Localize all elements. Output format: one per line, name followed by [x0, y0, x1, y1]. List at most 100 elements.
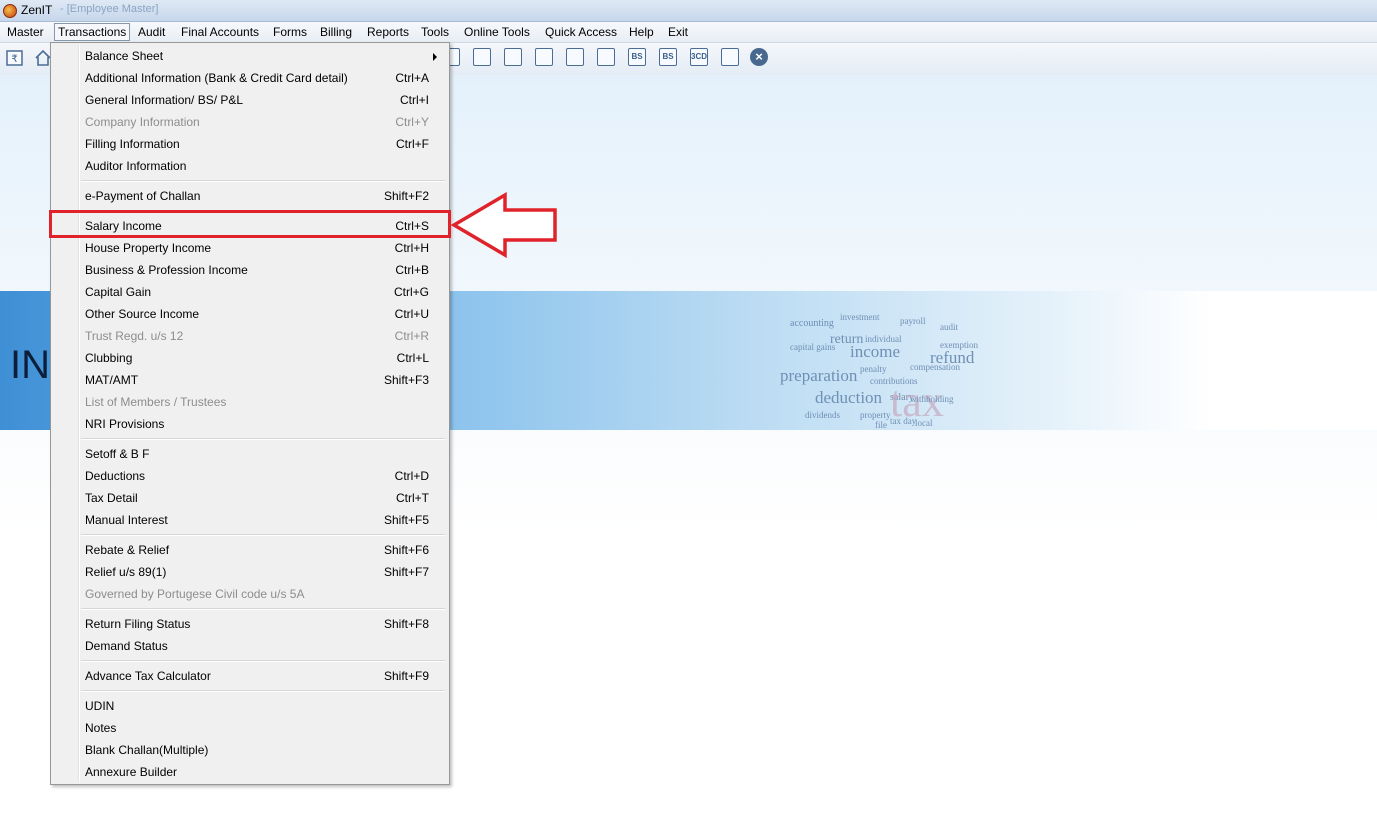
- menu-item-relief-u-s-89-1[interactable]: Relief u/s 89(1) Shift+F7: [53, 561, 447, 583]
- menu-item-shortcut: Shift+F3: [383, 373, 429, 387]
- menu-item-nri-provisions[interactable]: NRI Provisions: [53, 413, 447, 435]
- menu-item-label: Blank Challan(Multiple): [85, 743, 209, 757]
- menu-item-manual-interest[interactable]: Manual Interest Shift+F5: [53, 509, 447, 531]
- menu-online-tools[interactable]: Online Tools: [461, 24, 533, 40]
- user-form-icon-glyph: [504, 48, 522, 66]
- menu-tools[interactable]: Tools: [418, 24, 452, 40]
- menu-reports[interactable]: Reports: [364, 24, 412, 40]
- menu-item-return-filing-status[interactable]: Return Filing Status Shift+F8: [53, 613, 447, 635]
- menu-item-business-profession-income[interactable]: Business & Profession Income Ctrl+B: [53, 259, 447, 281]
- menu-item-annexure-builder[interactable]: Annexure Builder: [53, 761, 447, 783]
- close-app-icon[interactable]: ×: [750, 48, 770, 68]
- bs-sch-icon[interactable]: BS: [659, 48, 679, 68]
- menu-item-label: MAT/AMT: [85, 373, 139, 387]
- globe-icon-glyph: [597, 48, 615, 66]
- menu-item-label: Auditor Information: [85, 159, 187, 173]
- title-bar: ZenIT - [Employee Master]: [0, 0, 1377, 22]
- menu-item-shortcut: Shift+F7: [383, 565, 429, 579]
- menu-item-setoff-b-f[interactable]: Setoff & B F: [53, 443, 447, 465]
- menu-item-additional-information-bank-credit-card-detail[interactable]: Additional Information (Bank & Credit Ca…: [53, 67, 447, 89]
- menu-item-capital-gain[interactable]: Capital Gain Ctrl+G: [53, 281, 447, 303]
- menu-item-balance-sheet[interactable]: Balance Sheet: [53, 45, 447, 67]
- menu-item-label: Setoff & B F: [85, 447, 150, 461]
- menu-separator: [81, 608, 445, 610]
- menu-item-label: Balance Sheet: [85, 49, 164, 63]
- menu-item-advance-tax-calculator[interactable]: Advance Tax Calculator Shift+F9: [53, 665, 447, 687]
- banner-word-cloud: accounting investment payroll audit income re…: [640, 312, 1100, 430]
- menu-item-label: Tax Detail: [85, 491, 138, 505]
- banner-word: property: [860, 410, 891, 420]
- menu-item-demand-status[interactable]: Demand Status: [53, 635, 447, 657]
- menu-item-label: Manual Interest: [85, 513, 168, 527]
- bs-icon[interactable]: BS: [628, 48, 648, 68]
- user-form-icon[interactable]: [504, 48, 524, 68]
- menu-forms[interactable]: Forms: [270, 24, 310, 40]
- menu-item-filling-information[interactable]: Filling Information Ctrl+F: [53, 133, 447, 155]
- menu-item-label: General Information/ BS/ P&L: [85, 93, 244, 107]
- menu-item-tax-detail[interactable]: Tax Detail Ctrl+T: [53, 487, 447, 509]
- menu-item-label: Trust Regd. u/s 12: [85, 329, 184, 343]
- menu-item-label: UDIN: [85, 699, 115, 713]
- rupee-book-icon[interactable]: ₹: [5, 48, 25, 68]
- menu-item-label: Deductions: [85, 469, 146, 483]
- menu-item-e-payment-of-challan[interactable]: e-Payment of Challan Shift+F2: [53, 185, 447, 207]
- report-icon[interactable]: [721, 48, 741, 68]
- folder-add-icon-glyph: [566, 48, 584, 66]
- menu-item-label: Governed by Portugese Civil code u/s 5A: [85, 587, 305, 601]
- calendar-icon-glyph: [535, 48, 553, 66]
- menu-item-deductions[interactable]: Deductions Ctrl+D: [53, 465, 447, 487]
- menu-item-label: Company Information: [85, 115, 200, 129]
- calculator-icon-glyph: [473, 48, 491, 66]
- submenu-arrow-icon: [433, 53, 437, 61]
- banner-word: compensation: [910, 362, 960, 372]
- menu-item-shortcut: Ctrl+L: [396, 351, 429, 365]
- menu-quick-access[interactable]: Quick Access: [542, 24, 620, 40]
- menu-item-shortcut: Shift+F8: [383, 617, 429, 631]
- menu-final-accounts[interactable]: Final Accounts: [178, 24, 262, 40]
- menu-item-label: e-Payment of Challan: [85, 189, 201, 203]
- menu-item-shortcut: Ctrl+G: [393, 285, 429, 299]
- menu-item-label: Advance Tax Calculator: [85, 669, 211, 683]
- menu-item-label: Business & Profession Income: [85, 263, 248, 277]
- banner-word: payroll: [900, 316, 926, 326]
- callout-arrow-icon: [450, 192, 557, 258]
- banner-word: penalty: [860, 364, 887, 374]
- menu-item-list-of-members-trustees: List of Members / Trustees: [53, 391, 447, 413]
- menu-audit[interactable]: Audit: [135, 24, 168, 40]
- menu-item-shortcut: Ctrl+R: [394, 329, 429, 343]
- app-logo-icon: [3, 4, 17, 18]
- menu-separator: [81, 690, 445, 692]
- report-icon-glyph: [721, 48, 739, 66]
- menu-billing[interactable]: Billing: [317, 24, 355, 40]
- folder-add-icon[interactable]: [566, 48, 586, 68]
- menu-item-auditor-information[interactable]: Auditor Information: [53, 155, 447, 177]
- calendar-icon[interactable]: [535, 48, 555, 68]
- menu-item-rebate-relief[interactable]: Rebate & Relief Shift+F6: [53, 539, 447, 561]
- 3cd-icon[interactable]: 3CD: [690, 48, 710, 68]
- calculator-icon[interactable]: [473, 48, 493, 68]
- menu-item-blank-challan-multiple[interactable]: Blank Challan(Multiple): [53, 739, 447, 761]
- menu-item-notes[interactable]: Notes: [53, 717, 447, 739]
- menu-master[interactable]: Master: [4, 24, 47, 40]
- menu-item-mat-amt[interactable]: MAT/AMT Shift+F3: [53, 369, 447, 391]
- banner-word: file: [875, 420, 887, 430]
- menu-item-label: Demand Status: [85, 639, 168, 653]
- globe-icon[interactable]: [597, 48, 617, 68]
- menu-item-shortcut: Ctrl+Y: [395, 115, 429, 129]
- menu-item-clubbing[interactable]: Clubbing Ctrl+L: [53, 347, 447, 369]
- menu-item-label: Notes: [85, 721, 117, 735]
- menu-item-udin[interactable]: UDIN: [53, 695, 447, 717]
- bs-icon-glyph: BS: [628, 48, 646, 66]
- menu-item-house-property-income[interactable]: House Property Income Ctrl+H: [53, 237, 447, 259]
- menu-item-trust-regd-u-s-12: Trust Regd. u/s 12 Ctrl+R: [53, 325, 447, 347]
- menu-item-governed-by-portugese-civil-code-u-s-5a: Governed by Portugese Civil code u/s 5A: [53, 583, 447, 605]
- menu-item-general-information-bs-p-l[interactable]: General Information/ BS/ P&L Ctrl+I: [53, 89, 447, 111]
- menu-item-label: List of Members / Trustees: [85, 395, 227, 409]
- menu-transactions[interactable]: Transactions: [54, 23, 131, 41]
- menu-item-label: House Property Income: [85, 241, 212, 255]
- banner-word: capital gains: [790, 342, 836, 352]
- menu-exit[interactable]: Exit: [665, 24, 691, 40]
- menu-help[interactable]: Help: [626, 24, 657, 40]
- menu-item-other-source-income[interactable]: Other Source Income Ctrl+U: [53, 303, 447, 325]
- menu-item-shortcut: Shift+F5: [383, 513, 429, 527]
